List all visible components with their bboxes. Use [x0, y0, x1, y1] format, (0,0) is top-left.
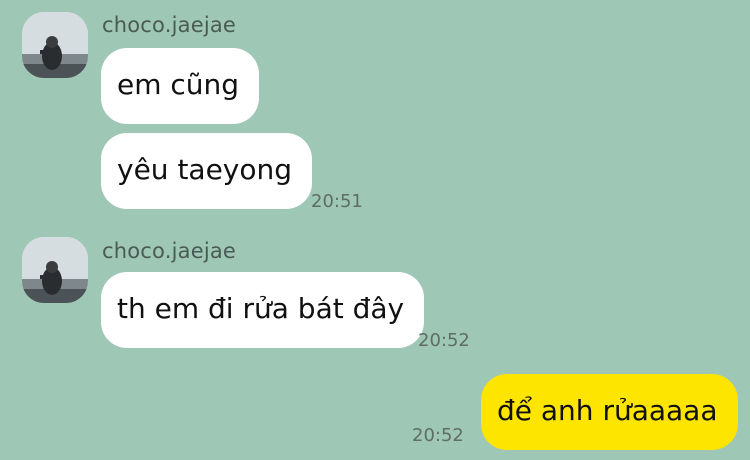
my-message-bubble[interactable]: để anh rửaaaaa — [481, 374, 738, 450]
sender-name: choco.jaejae — [102, 239, 237, 263]
sender-name: choco.jaejae — [102, 13, 237, 37]
message-timestamp: 20:52 — [418, 330, 470, 351]
message-timestamp: 20:51 — [311, 191, 363, 212]
avatar-photo-icon — [22, 237, 88, 303]
chat-view[interactable]: choco.jaejae em cũng yêu taeyong 20:51 c… — [0, 0, 750, 460]
message-bubble[interactable]: th em đi rửa bát đây — [101, 272, 425, 348]
message-bubble[interactable]: yêu taeyong — [101, 133, 313, 209]
avatar[interactable] — [22, 12, 88, 78]
avatar-photo-icon — [22, 12, 88, 78]
avatar[interactable] — [22, 237, 88, 303]
message-timestamp: 20:52 — [412, 425, 464, 446]
message-bubble[interactable]: em cũng — [101, 48, 260, 124]
